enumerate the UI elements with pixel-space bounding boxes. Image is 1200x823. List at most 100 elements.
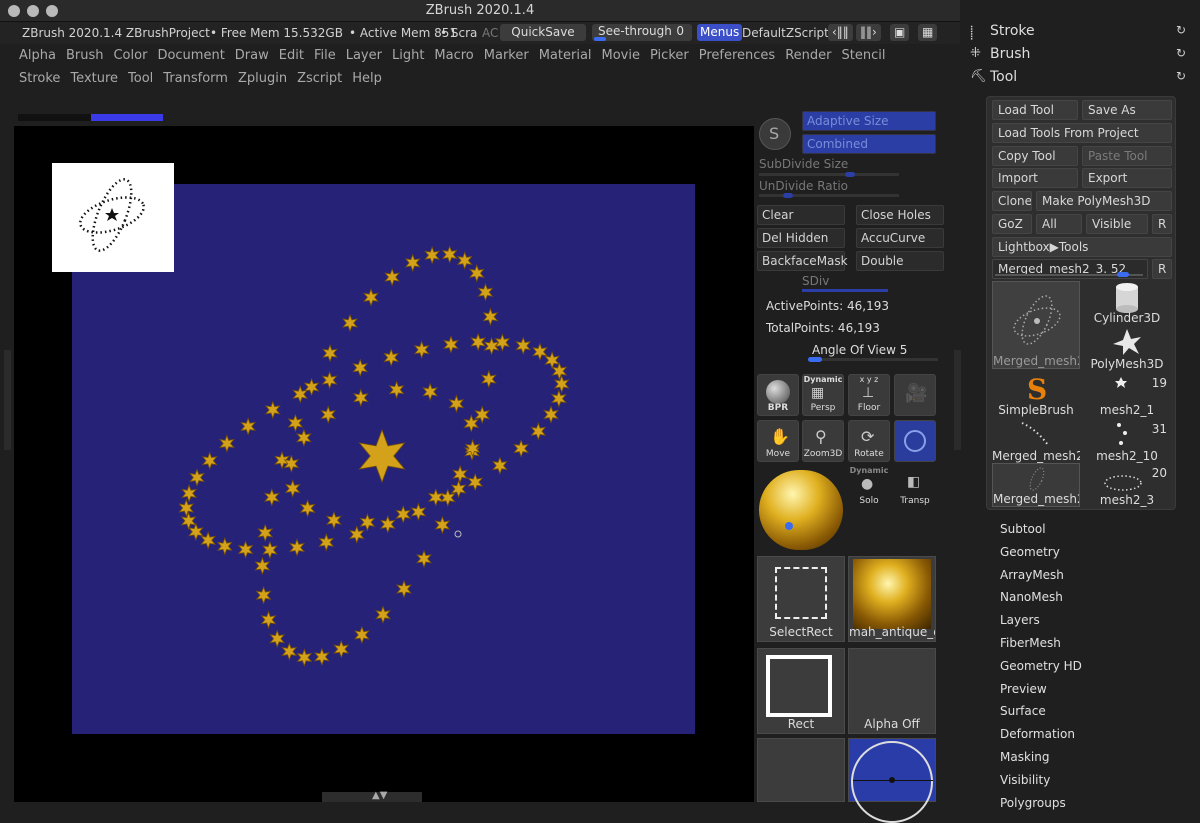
menu-picker[interactable]: Picker [645,45,694,66]
menu-material[interactable]: Material [534,45,597,66]
subpalette-geometry[interactable]: Geometry [1000,545,1060,559]
menu-stroke[interactable]: Stroke [14,68,65,89]
subpalette-layers[interactable]: Layers [1000,613,1040,627]
menu-zplugin[interactable]: Zplugin [233,68,292,89]
quicksave-button[interactable]: QuickSave [500,24,586,41]
close-holes-button[interactable]: Close Holes [856,205,944,225]
subpalette-nanomesh[interactable]: NanoMesh [1000,590,1063,604]
zoom3d-button[interactable]: ⚲ Zoom3D [802,420,844,462]
subdivide-size-slider[interactable] [759,172,899,177]
subpalette-preview[interactable]: Preview [1000,682,1047,696]
undivide-ratio-slider[interactable] [759,193,899,198]
sdiv-slider[interactable] [802,289,888,292]
menu-transform[interactable]: Transform [158,68,233,89]
gyro-button[interactable] [848,738,936,823]
material-button[interactable]: mah_antique_g [848,556,936,642]
stroke-palette-header[interactable]: ⸽ Stroke ↻ [968,20,1200,42]
tool-palette-header[interactable]: ⛏ Tool ↻ [968,66,1200,88]
thumb-mesh2-3[interactable]: 20 mesh2_3 [1083,463,1171,507]
menu-marker[interactable]: Marker [479,45,534,66]
shelf-tab[interactable] [18,114,91,121]
menu-layer[interactable]: Layer [341,45,387,66]
polyframe-button[interactable] [894,420,936,462]
import-button[interactable]: Import [992,168,1078,188]
menu-file[interactable]: File [309,45,341,66]
menu-draw[interactable]: Draw [230,45,274,66]
thumb-merged-mesh2-b[interactable]: Merged_mesh2 [992,419,1080,463]
layout-alt-icon[interactable]: ▦ [918,24,938,41]
copy-tool-button[interactable]: Copy Tool [992,146,1078,166]
lightbox-tools-button[interactable]: Lightbox▶Tools [992,237,1172,257]
subpalette-geometry-hd[interactable]: Geometry HD [1000,659,1082,673]
paste-tool-button[interactable]: Paste Tool [1082,146,1172,166]
combined-button[interactable]: Combined [802,134,936,154]
load-tools-from-project-button[interactable]: Load Tools From Project [992,123,1172,143]
subpalette-surface[interactable]: Surface [1000,704,1046,718]
subpalette-arraymesh[interactable]: ArrayMesh [1000,568,1064,582]
thumb-polymesh3d[interactable]: PolyMesh3D [1083,327,1171,371]
menu-movie[interactable]: Movie [597,45,645,66]
menu-stencil[interactable]: Stencil [836,45,890,66]
goz-all-button[interactable]: All [1036,214,1082,234]
menu-edit[interactable]: Edit [274,45,309,66]
menu-preferences[interactable]: Preferences [694,45,780,66]
bottom-tray-handle[interactable]: ▲▼ [322,790,422,802]
del-hidden-button[interactable]: Del Hidden [757,228,845,248]
menu-zscript[interactable]: Zscript [292,68,347,89]
subpalette-subtool[interactable]: Subtool [1000,522,1046,536]
subpalette-deformation[interactable]: Deformation [1000,727,1075,741]
angle-of-view-slider[interactable] [808,357,938,362]
thumb-mesh2-1[interactable]: 19 mesh2_1 [1083,373,1171,417]
menu-macro[interactable]: Macro [429,45,478,66]
brush-palette-header[interactable]: ⁜ Brush ↻ [968,43,1200,65]
subpalette-masking[interactable]: Masking [1000,750,1049,764]
thumb-simplebrush[interactable]: S SimpleBrush [992,373,1080,417]
goz-button[interactable]: GoZ [992,214,1032,234]
shelf-tab-active[interactable] [91,114,163,121]
cycle-icon[interactable]: ↻ [1176,69,1186,83]
menus-toggle[interactable]: Menus [697,24,743,41]
cycle-icon[interactable]: ↻ [1176,23,1186,37]
menu-alpha[interactable]: Alpha [14,45,61,66]
save-as-button[interactable]: Save As [1082,100,1172,120]
solo-button[interactable]: Dynamic ● Solo [848,466,890,508]
thumb-merged-mesh2-selected[interactable]: Merged_mesh2 [992,281,1080,369]
left-tray-handle[interactable] [4,350,11,450]
menu-light[interactable]: Light [387,45,429,66]
material-sphere-preview[interactable] [759,470,843,550]
menu-tool[interactable]: Tool [123,68,158,89]
menu-help[interactable]: Help [347,68,387,89]
menu-brush[interactable]: Brush [61,45,109,66]
layout-icon[interactable]: ▣ [890,24,910,41]
cycle-icon[interactable]: ↻ [1176,46,1186,60]
floor-button[interactable]: x y z ⊥ Floor [848,374,890,416]
thumb-cylinder3d[interactable]: Cylinder3D [1083,281,1171,325]
backfacemask-button[interactable]: BackfaceMask [757,251,848,271]
alpha-off-button[interactable]: Alpha Off [848,648,936,734]
accucurve-button[interactable]: AccuCurve [856,228,944,248]
select-rect-button[interactable]: SelectRect [757,556,845,642]
transp-button[interactable]: ◧ Transp [894,466,936,508]
menu-texture[interactable]: Texture [65,68,123,89]
clear-button[interactable]: Clear [757,205,845,225]
make-polymesh3d-button[interactable]: Make PolyMesh3D [1036,191,1172,211]
load-tool-button[interactable]: Load Tool [992,100,1078,120]
current-tool-r-button[interactable]: R [1152,259,1172,279]
menu-color[interactable]: Color [108,45,152,66]
navigation-preview[interactable] [52,163,174,272]
export-button[interactable]: Export [1082,168,1172,188]
texture-button[interactable] [757,738,845,802]
thumb-merged-mesh2-c[interactable]: Merged_mesh2 [992,463,1080,507]
right-tray-handle[interactable] [954,350,961,450]
menu-render[interactable]: Render [780,45,836,66]
clone-button[interactable]: Clone [992,191,1032,211]
rect-stroke-button[interactable]: Rect [757,648,845,734]
palette-scroll-right-icon[interactable]: ‖‖› [856,24,881,41]
goz-r-button[interactable]: R [1152,214,1172,234]
see-through-slider[interactable]: See-through 0 [592,24,692,41]
camera-button[interactable]: 🎥 [894,374,936,416]
goz-visible-button[interactable]: Visible [1086,214,1148,234]
adaptive-size-button[interactable]: Adaptive Size [802,111,936,131]
subpalette-fibermesh[interactable]: FiberMesh [1000,636,1061,650]
bpr-button[interactable]: BPR [757,374,799,416]
